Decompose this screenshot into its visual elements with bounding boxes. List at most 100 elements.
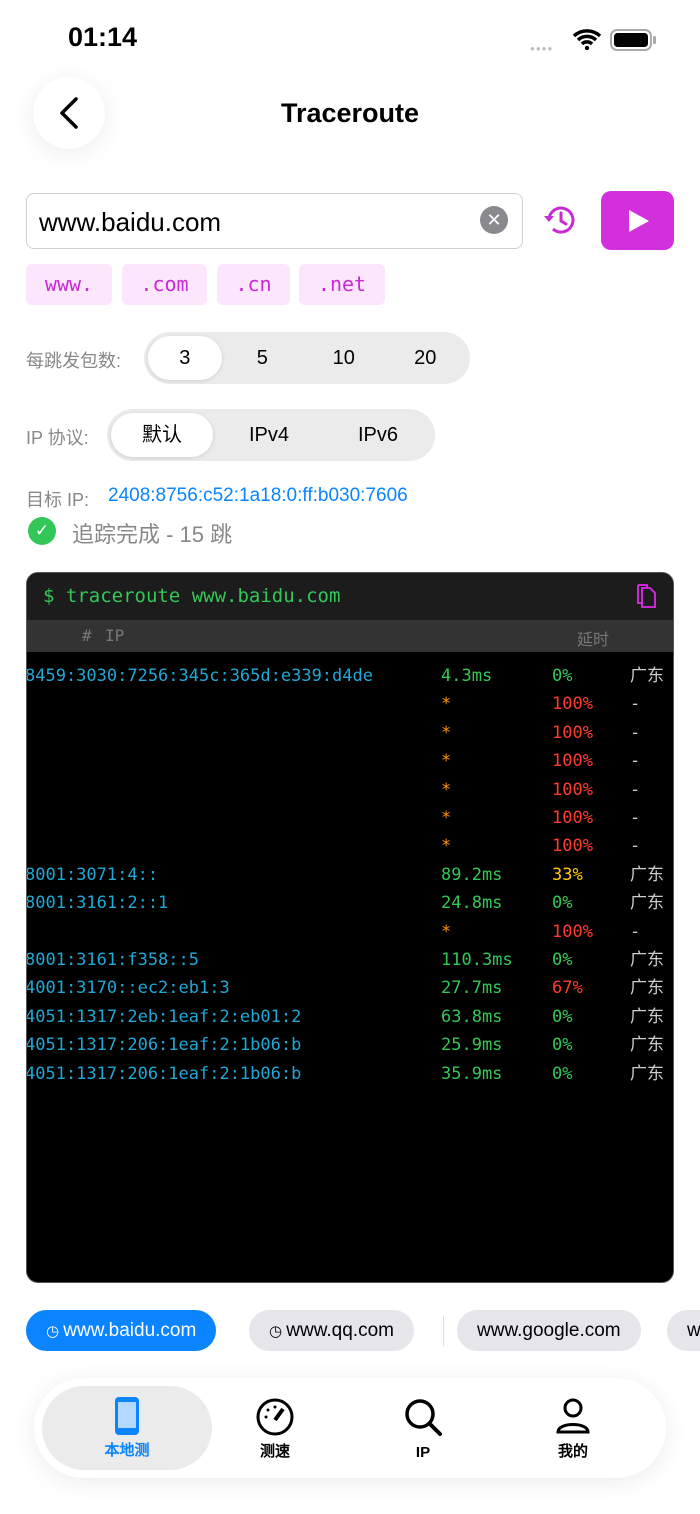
packets-segmented[interactable]: 3 5 10 20: [144, 332, 470, 384]
hop-latency: *: [441, 694, 452, 715]
host-input[interactable]: www.baidu.com: [26, 193, 523, 249]
check-circle-icon: ✓: [28, 517, 56, 545]
hop-loss: 100%: [552, 722, 593, 743]
hop-loss: 0%: [552, 666, 573, 686]
hop-ip: 4051:1317:206:1eaf:2:1b06:b: [26, 1035, 302, 1056]
wifi-icon: [572, 29, 602, 50]
hop-row: * 100% -: [27, 918, 673, 946]
tab-me[interactable]: 我的: [498, 1378, 648, 1478]
hop-loc: -: [630, 836, 641, 857]
hop-row: * 100% -: [27, 776, 673, 804]
hop-row: * 100% -: [27, 804, 673, 832]
divider: [443, 1316, 444, 1346]
hop-row: * 100% -: [27, 719, 673, 747]
hop-ip: 4001:3170::ec2:eb1:3: [26, 978, 230, 999]
chip-net[interactable]: .net: [299, 264, 385, 305]
terminal-column-header: # IP 延时: [27, 620, 673, 652]
hop-loc: -: [630, 921, 641, 942]
battery-icon: [610, 29, 656, 51]
hop-loss: 100%: [552, 694, 593, 715]
phone-icon: [115, 1397, 139, 1435]
hop-loss: 0%: [552, 1063, 573, 1084]
hop-latency: *: [441, 722, 452, 743]
hop-latency: 89.2ms: [441, 864, 503, 885]
speedometer-icon: [256, 1398, 294, 1436]
hop-loss: 67%: [552, 978, 583, 999]
hop-ip: 8001:3071:4::: [26, 864, 159, 885]
hop-row: * 100% -: [27, 747, 673, 775]
hop-latency: 4.3ms: [441, 666, 493, 686]
chip-cn[interactable]: .cn: [217, 264, 290, 305]
hop-loss: 100%: [552, 921, 593, 942]
hop-row: 4051:1317:206:1eaf:2:1b06:b 35.9ms 0% 广东: [27, 1060, 673, 1088]
hop-latency: *: [441, 921, 452, 942]
hop-loc: -: [630, 694, 641, 715]
protocol-option-default[interactable]: 默认: [111, 413, 213, 457]
play-icon: [628, 209, 649, 232]
hop-loss: 100%: [552, 751, 593, 772]
chip-com[interactable]: .com: [122, 264, 207, 305]
hop-ip: 8001:3161:f358::5: [26, 950, 199, 970]
clock-icon: ◷: [269, 1323, 287, 1340]
search-icon: [405, 1399, 442, 1436]
pill-label: www.baidu.com: [63, 1320, 197, 1341]
trace-status: 追踪完成 - 15 跳: [72, 522, 233, 547]
hop-latency: 35.9ms: [441, 1063, 503, 1084]
clock-icon: ◷: [46, 1323, 64, 1340]
hop-loc: 广东: [630, 864, 664, 885]
col-latency: 延时: [577, 630, 610, 649]
tab-label: IP: [415, 1444, 431, 1461]
packets-option-20[interactable]: 20: [385, 336, 466, 380]
hop-loss: 0%: [552, 1006, 573, 1027]
hop-row: 8459:3030:7256:345c:365d:e339:d4de 4.3ms 0…: [27, 662, 673, 690]
target-ip-label: 目标 IP:: [26, 490, 90, 510]
history-pill-more[interactable]: w: [667, 1310, 700, 1351]
tab-label: 测速: [259, 1443, 290, 1460]
clear-icon[interactable]: ✕: [480, 206, 508, 234]
hop-loss: 0%: [552, 893, 573, 914]
hop-row: 8001:3071:4:: 89.2ms 33% 广东: [26, 861, 673, 889]
history-pill-baidu[interactable]: ◷ www.baidu.com: [26, 1310, 217, 1351]
terminal-command: $ traceroute www.baidu.com: [43, 585, 341, 607]
tab-local[interactable]: 本地测: [42, 1386, 212, 1470]
hop-ip: 4051:1317:2eb:1eaf:2:eb01:2: [26, 1006, 302, 1027]
hop-loc: 广东: [630, 1035, 664, 1056]
packets-option-10[interactable]: 10: [303, 336, 384, 380]
hop-loc: 广东: [630, 666, 664, 686]
hop-row: 8001:3161:f358::5 110.3ms 0% 广东: [26, 946, 673, 974]
hop-loc: 广东: [630, 1006, 664, 1027]
hop-loc: 广东: [630, 950, 664, 970]
protocol-segmented[interactable]: 默认 IPv4 IPv6: [107, 409, 435, 461]
target-ip-value: 2408:8756:c52:1a18:0:ff:b030:7606: [108, 485, 408, 506]
history-pill-qq[interactable]: ◷ www.qq.com: [249, 1310, 414, 1351]
hop-loss: 100%: [552, 779, 593, 800]
protocol-label: IP 协议:: [26, 428, 89, 448]
hop-loss: 0%: [552, 950, 573, 970]
terminal-panel[interactable]: $ traceroute www.baidu.com # IP 延时 8459:…: [26, 572, 674, 1283]
hop-row: 8001:3161:2::1 24.8ms 0% 广东: [27, 889, 673, 917]
history-pill-google[interactable]: www.google.com: [457, 1310, 641, 1351]
protocol-option-ipv4[interactable]: IPv4: [213, 413, 325, 457]
pill-label: www.qq.com: [286, 1320, 394, 1341]
hop-latency: 110.3ms: [441, 950, 513, 970]
hop-latency: 27.7ms: [441, 978, 503, 999]
tab-bar: 本地测 测速 IP 我的: [34, 1378, 666, 1478]
status-time: 01:14: [68, 22, 138, 52]
hop-loss: 100%: [552, 808, 593, 828]
terminal-header: $ traceroute www.baidu.com: [27, 573, 673, 620]
packets-option-5[interactable]: 5: [222, 336, 303, 380]
tab-ip[interactable]: IP: [348, 1378, 498, 1478]
packets-option-3[interactable]: 3: [148, 336, 222, 380]
history-icon[interactable]: [543, 203, 579, 237]
chip-www[interactable]: www.: [26, 264, 112, 305]
protocol-option-ipv6[interactable]: IPv6: [325, 413, 431, 457]
hop-row: 4051:1317:2eb:1eaf:2:eb01:2 63.8ms 0% 广东: [26, 1003, 673, 1031]
hop-loc: -: [630, 751, 641, 772]
hop-latency: *: [441, 836, 452, 857]
run-button[interactable]: [601, 191, 674, 250]
hop-latency: *: [441, 751, 452, 772]
hop-row: * 100% -: [27, 690, 673, 718]
tab-speed[interactable]: 测速: [200, 1378, 350, 1478]
hop-loc: -: [630, 722, 641, 743]
copy-icon[interactable]: [635, 583, 657, 611]
